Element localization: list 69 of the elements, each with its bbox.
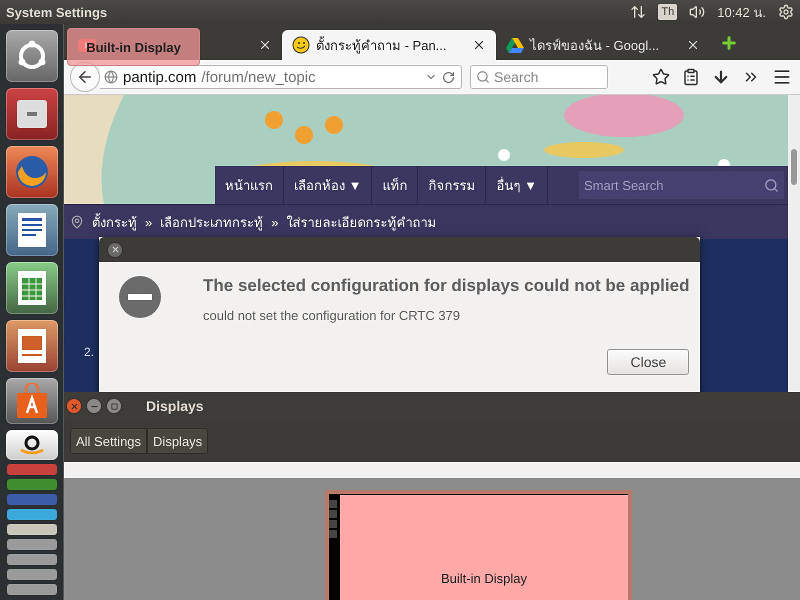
stop-icon	[119, 276, 161, 318]
settings-icon[interactable]	[778, 4, 794, 20]
folded-launcher-icon[interactable]	[6, 539, 56, 550]
breadcrumb-separator: »	[145, 214, 152, 230]
folded-launcher-icon[interactable]	[6, 509, 56, 520]
document-icon[interactable]	[6, 204, 58, 256]
list-number: 2.	[84, 345, 94, 359]
monitor-label: Built-in Display	[441, 571, 527, 588]
dialog-heading: The selected configuration for displays could not be applied	[203, 276, 690, 296]
presentation-icon[interactable]	[6, 320, 58, 372]
browser-tab[interactable]: ไดรฟ์ของฉัน - Googl...	[496, 30, 710, 60]
search-icon[interactable]	[764, 178, 779, 192]
folded-launcher-icon[interactable]	[6, 584, 56, 595]
clock[interactable]: 10:42 น.	[717, 2, 766, 22]
triangle-logo-icon	[506, 37, 524, 53]
close-button[interactable]: Close	[607, 349, 690, 375]
window-title: System Settings	[6, 4, 108, 20]
tab-title: ไดรฟ์ของฉัน - Googl...	[530, 36, 660, 55]
keyboard-layout-indicator[interactable]: Th	[658, 4, 678, 20]
search-field[interactable]: Search	[470, 65, 608, 89]
shopping-bag-icon[interactable]	[6, 378, 58, 424]
dash-button[interactable]	[6, 30, 58, 82]
display-name-overlay: Built-in Display	[67, 28, 200, 66]
close-button[interactable]	[66, 398, 82, 414]
address-field[interactable]: pantip.com /forum/new_topic	[100, 65, 462, 89]
dialog-message: could not set the configuration for CRTC 379	[203, 308, 462, 323]
download-arrow-icon	[712, 68, 730, 86]
maximize-icon	[110, 402, 118, 410]
window-title: Displays	[146, 398, 204, 414]
close-icon[interactable]	[686, 38, 700, 52]
scrollbar[interactable]	[788, 95, 800, 391]
breadcrumb-button[interactable]: Displays	[147, 428, 208, 454]
folded-launcher-icon[interactable]	[6, 524, 56, 535]
breadcrumb-link[interactable]: ใส่รายละเอียดกระทู้คำถาม	[286, 212, 436, 232]
smart-search-field[interactable]: Smart Search	[579, 171, 784, 199]
maximize-button[interactable]	[106, 398, 122, 414]
plus-icon	[720, 34, 738, 52]
breadcrumb-link[interactable]: เลือกประเภทกระทู้	[160, 212, 264, 232]
spreadsheet-icon[interactable]	[6, 262, 58, 314]
amazon-icon[interactable]	[6, 430, 58, 460]
close-icon[interactable]	[258, 38, 272, 52]
file-cabinet-icon[interactable]	[6, 88, 58, 140]
smiley-icon	[292, 36, 310, 54]
clipboard-icon	[682, 68, 700, 86]
breadcrumb-separator: »	[271, 214, 278, 230]
search-placeholder: Search	[494, 69, 538, 85]
folded-launcher-icon[interactable]	[6, 554, 56, 565]
browser-tab[interactable]: ตั้งกระทู้คำถาม - Pan...	[282, 30, 496, 60]
url-host: pantip.com	[123, 68, 196, 86]
search-icon	[476, 70, 490, 84]
firefox-icon[interactable]	[6, 146, 58, 198]
globe-icon	[104, 70, 118, 84]
pin-icon	[70, 215, 84, 229]
close-button[interactable]	[107, 242, 123, 258]
close-icon[interactable]	[472, 38, 486, 52]
smart-search-placeholder: Smart Search	[584, 178, 664, 192]
star-icon	[652, 68, 670, 86]
minimize-button[interactable]	[86, 398, 102, 414]
breadcrumb-link[interactable]: ตั้งกระทู้	[92, 212, 137, 232]
close-icon	[110, 245, 120, 254]
tab-title: ตั้งกระทู้คำถาม - Pan...	[316, 35, 448, 56]
monitor-preview[interactable]: Built-in Display	[325, 490, 632, 600]
reload-icon[interactable]	[442, 70, 455, 84]
volume-icon[interactable]	[689, 4, 706, 20]
network-icon[interactable]	[630, 4, 646, 20]
url-path: /forum/new_topic	[201, 68, 317, 86]
breadcrumb-button[interactable]: All Settings	[70, 428, 148, 454]
folded-launcher-icon[interactable]	[6, 569, 56, 580]
close-icon	[70, 402, 78, 410]
